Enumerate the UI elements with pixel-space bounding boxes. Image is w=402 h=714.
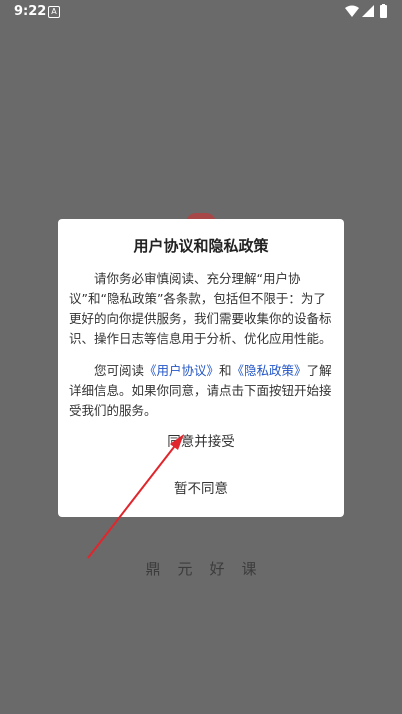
status-icons [345,4,387,18]
agree-button[interactable]: 同意并接受 [58,430,344,450]
paragraph-and: 和 [219,363,232,378]
dialog-paragraph-terms: 请你务必审慎阅读、充分理解“用户协议”和“隐私政策”各条款，包括但不限于：为了更… [69,271,332,346]
battery-icon [380,5,387,18]
privacy-dialog: 用户协议和隐私政策 请你务必审慎阅读、充分理解“用户协议”和“隐私政策”各条款，… [58,219,344,517]
dialog-body: 请你务必审慎阅读、充分理解“用户协议”和“隐私政策”各条款，包括但不限于：为了更… [69,269,333,433]
paragraph-prefix: 您可阅读 [94,363,145,378]
disagree-button[interactable]: 暂不同意 [58,477,344,497]
background-brand-text: 鼎元好课 [145,560,274,578]
a-notification-icon: A [48,6,60,18]
dialog-title: 用户协议和隐私政策 [133,237,269,255]
user-agreement-link[interactable]: 《用户协议》 [144,363,219,378]
signal-icon [362,5,374,17]
status-time: 9:22 [14,4,47,19]
dialog-paragraph-links: 您可阅读《用户协议》和《隐私政策》了解详细信息。如果你同意，请点击下面按钮开始接… [69,361,333,421]
privacy-policy-link[interactable]: 《隐私政策》 [232,363,307,378]
status-bar: 9:22 A [0,0,402,24]
wifi-icon [345,5,359,17]
